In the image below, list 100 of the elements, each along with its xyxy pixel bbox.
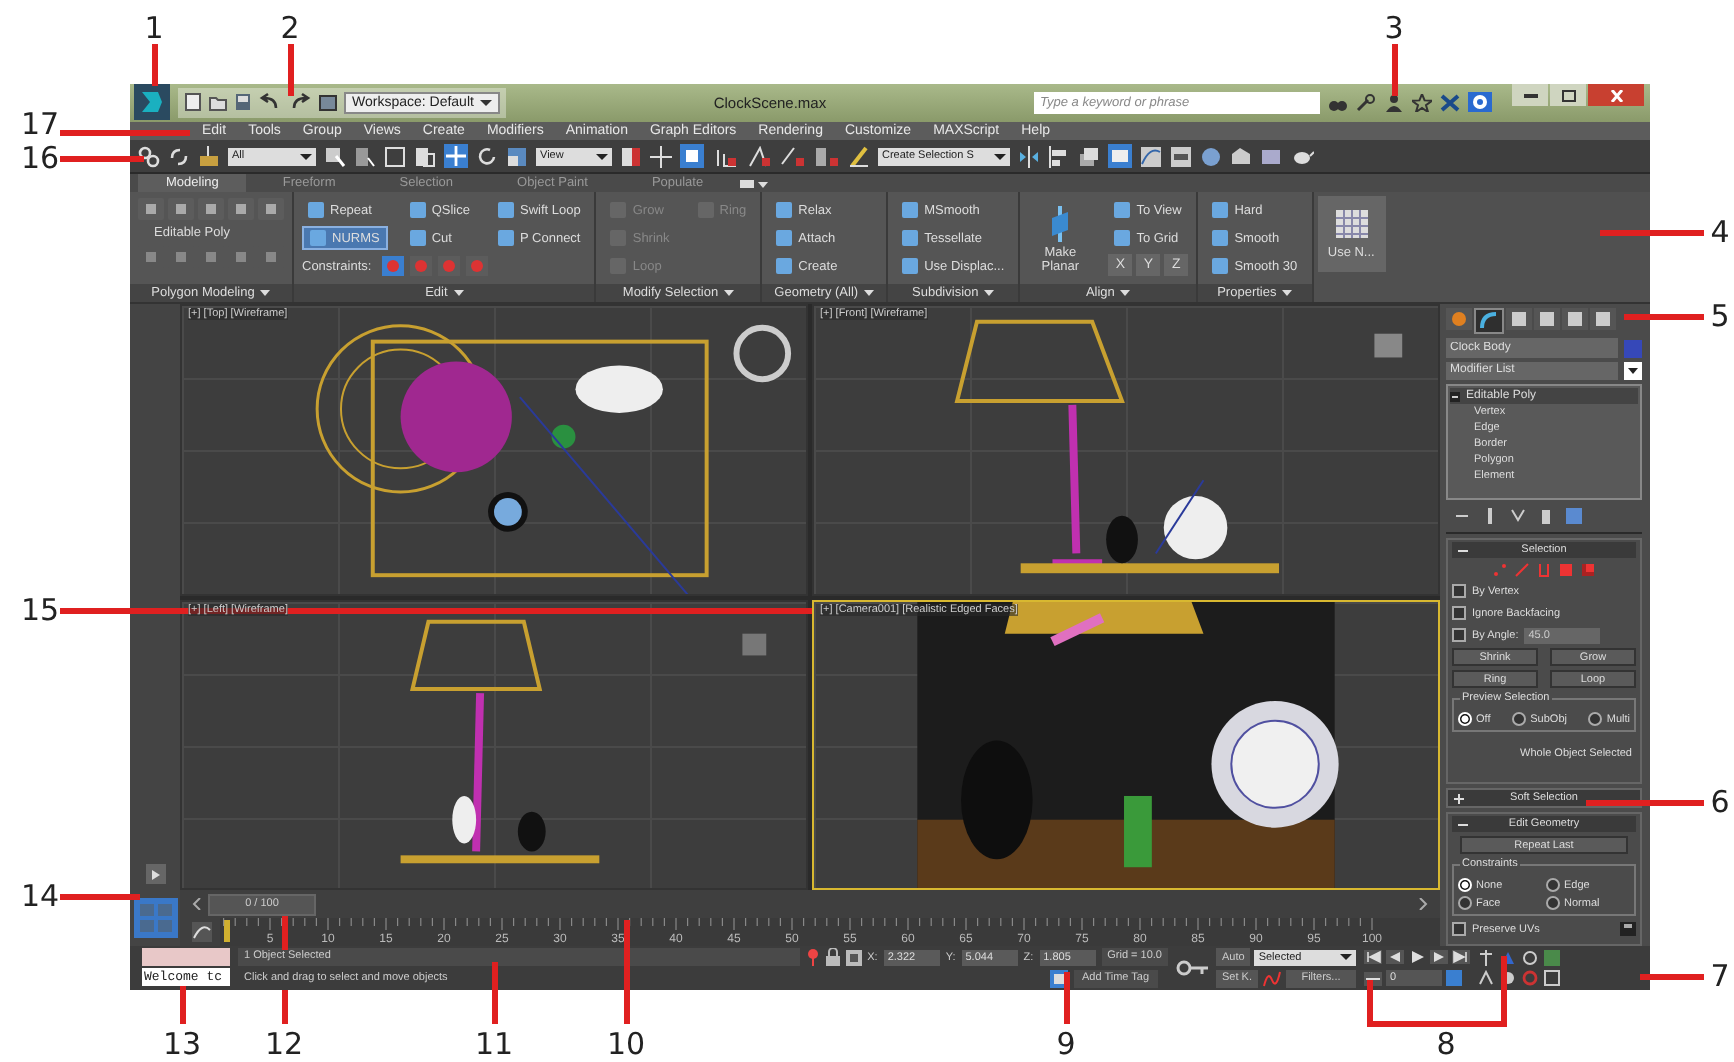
- callout-number: 14: [18, 878, 62, 914]
- lock-icon[interactable]: [825, 948, 840, 967]
- four-panes-icon: [137, 902, 173, 934]
- panel-tab[interactable]: [1590, 308, 1616, 330]
- curve-icon: [1480, 312, 1498, 330]
- person-icon[interactable]: [1384, 93, 1404, 112]
- open-folder-icon[interactable]: [208, 92, 228, 113]
- fork-icon[interactable]: [1510, 508, 1526, 525]
- callout-number: 7: [1708, 958, 1732, 994]
- caret-icon: [1340, 952, 1352, 963]
- checkbox[interactable]: [1452, 584, 1466, 599]
- square-icon: [1594, 310, 1612, 328]
- callout-number: 6: [1708, 784, 1732, 820]
- leader-line: [1392, 44, 1398, 96]
- maxscript-input-field[interactable]: [142, 948, 230, 966]
- previous-key-icon[interactable]: [1386, 950, 1404, 965]
- radio-button[interactable]: [1546, 878, 1560, 892]
- rectangle-region-icon[interactable]: [384, 145, 406, 168]
- minimize-button[interactable]: [1512, 84, 1548, 106]
- redo-icon[interactable]: [288, 92, 312, 113]
- leader-line: [288, 44, 294, 96]
- checkbox[interactable]: [1452, 606, 1466, 621]
- isolate-icon[interactable]: [805, 948, 820, 967]
- caret-icon: [724, 289, 735, 297]
- checkbox[interactable]: [1452, 922, 1466, 936]
- viewcube-icon[interactable]: [733, 324, 792, 383]
- radio-button[interactable]: [1458, 896, 1472, 910]
- go-to-start-icon[interactable]: [1364, 950, 1382, 965]
- callout-number: 17: [18, 106, 62, 142]
- save-icon[interactable]: [234, 92, 252, 113]
- caret-icon: [1282, 289, 1293, 297]
- minimize-icon: [1523, 92, 1537, 98]
- crosshair-icon[interactable]: [650, 145, 672, 168]
- key-icon[interactable]: [1176, 960, 1208, 976]
- callout-number: 2: [278, 10, 302, 46]
- expand-button[interactable]: [145, 864, 165, 884]
- caret-icon: [300, 151, 312, 162]
- radio-button[interactable]: [1546, 896, 1560, 910]
- plane-icon: [1050, 205, 1071, 242]
- leader-line: [1586, 800, 1704, 806]
- maximize-icon: [1561, 89, 1575, 101]
- object-color-swatch[interactable]: [1624, 339, 1642, 357]
- panel-tab[interactable]: [1562, 308, 1588, 330]
- grid-icon: [1335, 209, 1368, 237]
- caret-icon: [984, 289, 995, 297]
- caret-icon: [260, 289, 271, 297]
- next-frame-icon[interactable]: [1418, 897, 1428, 909]
- caret-icon: [596, 151, 608, 162]
- previous-frame-icon[interactable]: [192, 897, 202, 909]
- square-icon: [1510, 310, 1528, 328]
- leader-line: [1640, 974, 1704, 980]
- bar-icon[interactable]: [1482, 508, 1498, 525]
- teapot-icon[interactable]: [1290, 145, 1314, 168]
- radio-button[interactable]: [1512, 712, 1527, 727]
- settings-icon[interactable]: [1620, 922, 1636, 936]
- callout-number: 15: [18, 592, 62, 628]
- link-icon[interactable]: [138, 145, 160, 168]
- ribbon-options-icon[interactable]: [739, 177, 768, 189]
- zoom-extents-icon[interactable]: [1522, 950, 1538, 966]
- new-file-icon[interactable]: [184, 92, 202, 113]
- leader-line: [60, 894, 140, 900]
- layers-icon[interactable]: [1078, 145, 1100, 168]
- rotate-icon[interactable]: [476, 145, 498, 168]
- callout-number: 3: [1382, 10, 1406, 46]
- checkbox[interactable]: [1452, 628, 1466, 643]
- panel-tab[interactable]: [1446, 308, 1472, 330]
- logo-icon: [138, 88, 166, 117]
- caret-icon: [864, 289, 875, 297]
- mirror-icon[interactable]: [1018, 145, 1040, 168]
- callout-number: 12: [262, 1026, 306, 1062]
- radio-button[interactable]: [1588, 712, 1603, 727]
- next-key-icon[interactable]: [1430, 950, 1448, 965]
- pencil-icon[interactable]: [848, 145, 870, 168]
- expand-toggle-icon[interactable]: [1450, 391, 1460, 401]
- callout-number: 1: [142, 10, 166, 46]
- undo-icon[interactable]: [258, 92, 282, 113]
- play-icon[interactable]: [1408, 950, 1426, 965]
- curve-editor-icon[interactable]: [1140, 145, 1162, 168]
- move-icon[interactable]: [444, 144, 468, 169]
- callout-number: 13: [160, 1026, 204, 1062]
- star-icon[interactable]: [1412, 93, 1432, 112]
- callout-number: 4: [1708, 214, 1732, 250]
- panel-tab[interactable]: [1534, 308, 1560, 330]
- align-icon[interactable]: [1048, 145, 1070, 168]
- square-icon: [1566, 310, 1584, 328]
- maximize-button[interactable]: [1550, 84, 1586, 106]
- key-curve-icon[interactable]: [1261, 969, 1282, 988]
- panel-tab[interactable]: [1506, 308, 1532, 330]
- leader-line: [180, 986, 186, 1024]
- application-button[interactable]: [134, 84, 170, 121]
- dropdown-arrow-icon[interactable]: [1624, 362, 1642, 380]
- wrench-icon[interactable]: [1356, 93, 1376, 112]
- callout-number: 10: [604, 1026, 648, 1062]
- go-to-end-icon[interactable]: [1452, 950, 1470, 965]
- leader-line: [60, 156, 144, 162]
- scale-icon[interactable]: [506, 145, 528, 168]
- select-object-icon[interactable]: [324, 145, 346, 168]
- panel-tab[interactable]: [1474, 308, 1504, 334]
- curve-editor-mini-icon[interactable]: [192, 921, 212, 941]
- close-button[interactable]: [1588, 84, 1644, 106]
